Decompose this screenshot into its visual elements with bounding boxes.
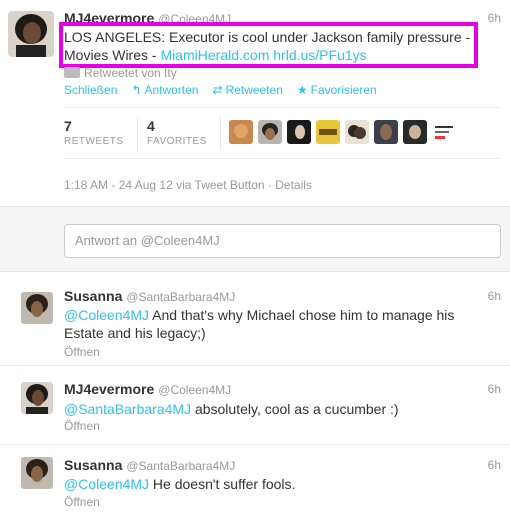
- highlight-box: [59, 22, 478, 68]
- favoriter-avatar[interactable]: [287, 120, 311, 144]
- tweet-actions: Schließen ↰ Antworten ⇄ Retweeten ★ Favoris…: [64, 83, 391, 97]
- tweet-time[interactable]: 6h: [488, 458, 501, 472]
- favoriter-avatar[interactable]: [432, 120, 456, 144]
- favorites-count: 4: [147, 118, 155, 134]
- author-username[interactable]: @SantaBarbara4MJ: [126, 459, 235, 473]
- reply-area: Antwort an @Coleen4MJ: [0, 206, 510, 272]
- favoriter-avatar[interactable]: [345, 120, 369, 144]
- retweets-stat[interactable]: 7 RETWEETS: [64, 118, 124, 147]
- tweet-time[interactable]: 6h: [488, 11, 501, 25]
- avatar[interactable]: [8, 11, 54, 57]
- avatar[interactable]: [21, 457, 53, 489]
- author-username[interactable]: @Coleen4MJ: [158, 383, 231, 397]
- main-tweet: MJ4evermore @Coleen4MJ 6h LOS ANGELES: Ex…: [0, 0, 510, 206]
- tweet-text-body: absolutely, cool as a cucumber :): [191, 401, 399, 417]
- favorite-button[interactable]: ★ Favorisieren: [297, 83, 377, 97]
- favorites-label: FAVORITES: [147, 136, 207, 147]
- retweets-label: RETWEETS: [64, 136, 124, 147]
- avatar[interactable]: [21, 292, 53, 324]
- favoriter-avatar[interactable]: [258, 120, 282, 144]
- favoriter-avatar[interactable]: [374, 120, 398, 144]
- reply-button[interactable]: ↰ Antworten: [131, 83, 198, 97]
- divider: [64, 107, 500, 108]
- favoriter-avatar[interactable]: [403, 120, 427, 144]
- tweet-header: MJ4evermore @Coleen4MJ: [64, 381, 231, 397]
- avatar[interactable]: [21, 382, 53, 414]
- retweet-badge-icon: [64, 67, 80, 78]
- favoriter-avatars: [229, 120, 456, 144]
- reply-arrow-icon: ↰: [131, 83, 142, 97]
- reply-tweet[interactable]: Susanna @SantaBarbara4MJ 6h @Coleen4MJ He…: [0, 446, 510, 514]
- open-link[interactable]: Öffnen: [64, 345, 100, 359]
- divider: [64, 158, 500, 159]
- tweet-text: @SantaBarbara4MJ absolutely, cool as a c…: [64, 400, 484, 418]
- divider: [137, 116, 138, 150]
- tweet-header: Susanna @SantaBarbara4MJ: [64, 457, 235, 473]
- retweet-button[interactable]: ⇄ Retweeten: [212, 83, 282, 97]
- author-username[interactable]: @SantaBarbara4MJ: [126, 290, 235, 304]
- divider: [220, 116, 221, 150]
- tweet-text-body: He doesn't suffer fools.: [149, 476, 296, 492]
- tweet-time[interactable]: 6h: [488, 289, 501, 303]
- mention-link[interactable]: @Coleen4MJ: [64, 307, 149, 323]
- reply-tweet[interactable]: Susanna @SantaBarbara4MJ 6h @Coleen4MJ An…: [0, 272, 510, 366]
- tweet-meta[interactable]: 1:18 AM - 24 Aug 12 via Tweet Button · D…: [64, 178, 312, 192]
- tweet-text: @Coleen4MJ He doesn't suffer fools.: [64, 475, 484, 493]
- star-icon: ★: [296, 83, 308, 97]
- retweeted-by: Retweetet von Ity: [64, 66, 177, 80]
- favorites-stat[interactable]: 4 FAVORITES: [147, 118, 207, 147]
- tweet-text: @Coleen4MJ And that's why Michael chose …: [64, 306, 484, 342]
- retweet-icon: ⇄: [212, 83, 223, 97]
- retweeted-by-label: Retweetet von Ity: [84, 66, 177, 80]
- mention-link[interactable]: @SantaBarbara4MJ: [64, 401, 191, 417]
- retweets-count: 7: [64, 118, 72, 134]
- favoriter-avatar[interactable]: [229, 120, 253, 144]
- open-link[interactable]: Öffnen: [64, 419, 100, 433]
- reply-tweet[interactable]: MJ4evermore @Coleen4MJ 6h @SantaBarbara4M…: [0, 367, 510, 445]
- author-fullname[interactable]: MJ4evermore: [64, 381, 154, 397]
- tweet-header: Susanna @SantaBarbara4MJ: [64, 288, 235, 304]
- favoriter-avatar[interactable]: [316, 120, 340, 144]
- tweet-time[interactable]: 6h: [488, 382, 501, 396]
- mention-link[interactable]: @Coleen4MJ: [64, 476, 149, 492]
- author-fullname[interactable]: Susanna: [64, 457, 122, 473]
- close-button[interactable]: Schließen: [64, 83, 117, 97]
- reply-input[interactable]: Antwort an @Coleen4MJ: [64, 224, 501, 258]
- author-fullname[interactable]: Susanna: [64, 288, 122, 304]
- open-link[interactable]: Öffnen: [64, 495, 100, 509]
